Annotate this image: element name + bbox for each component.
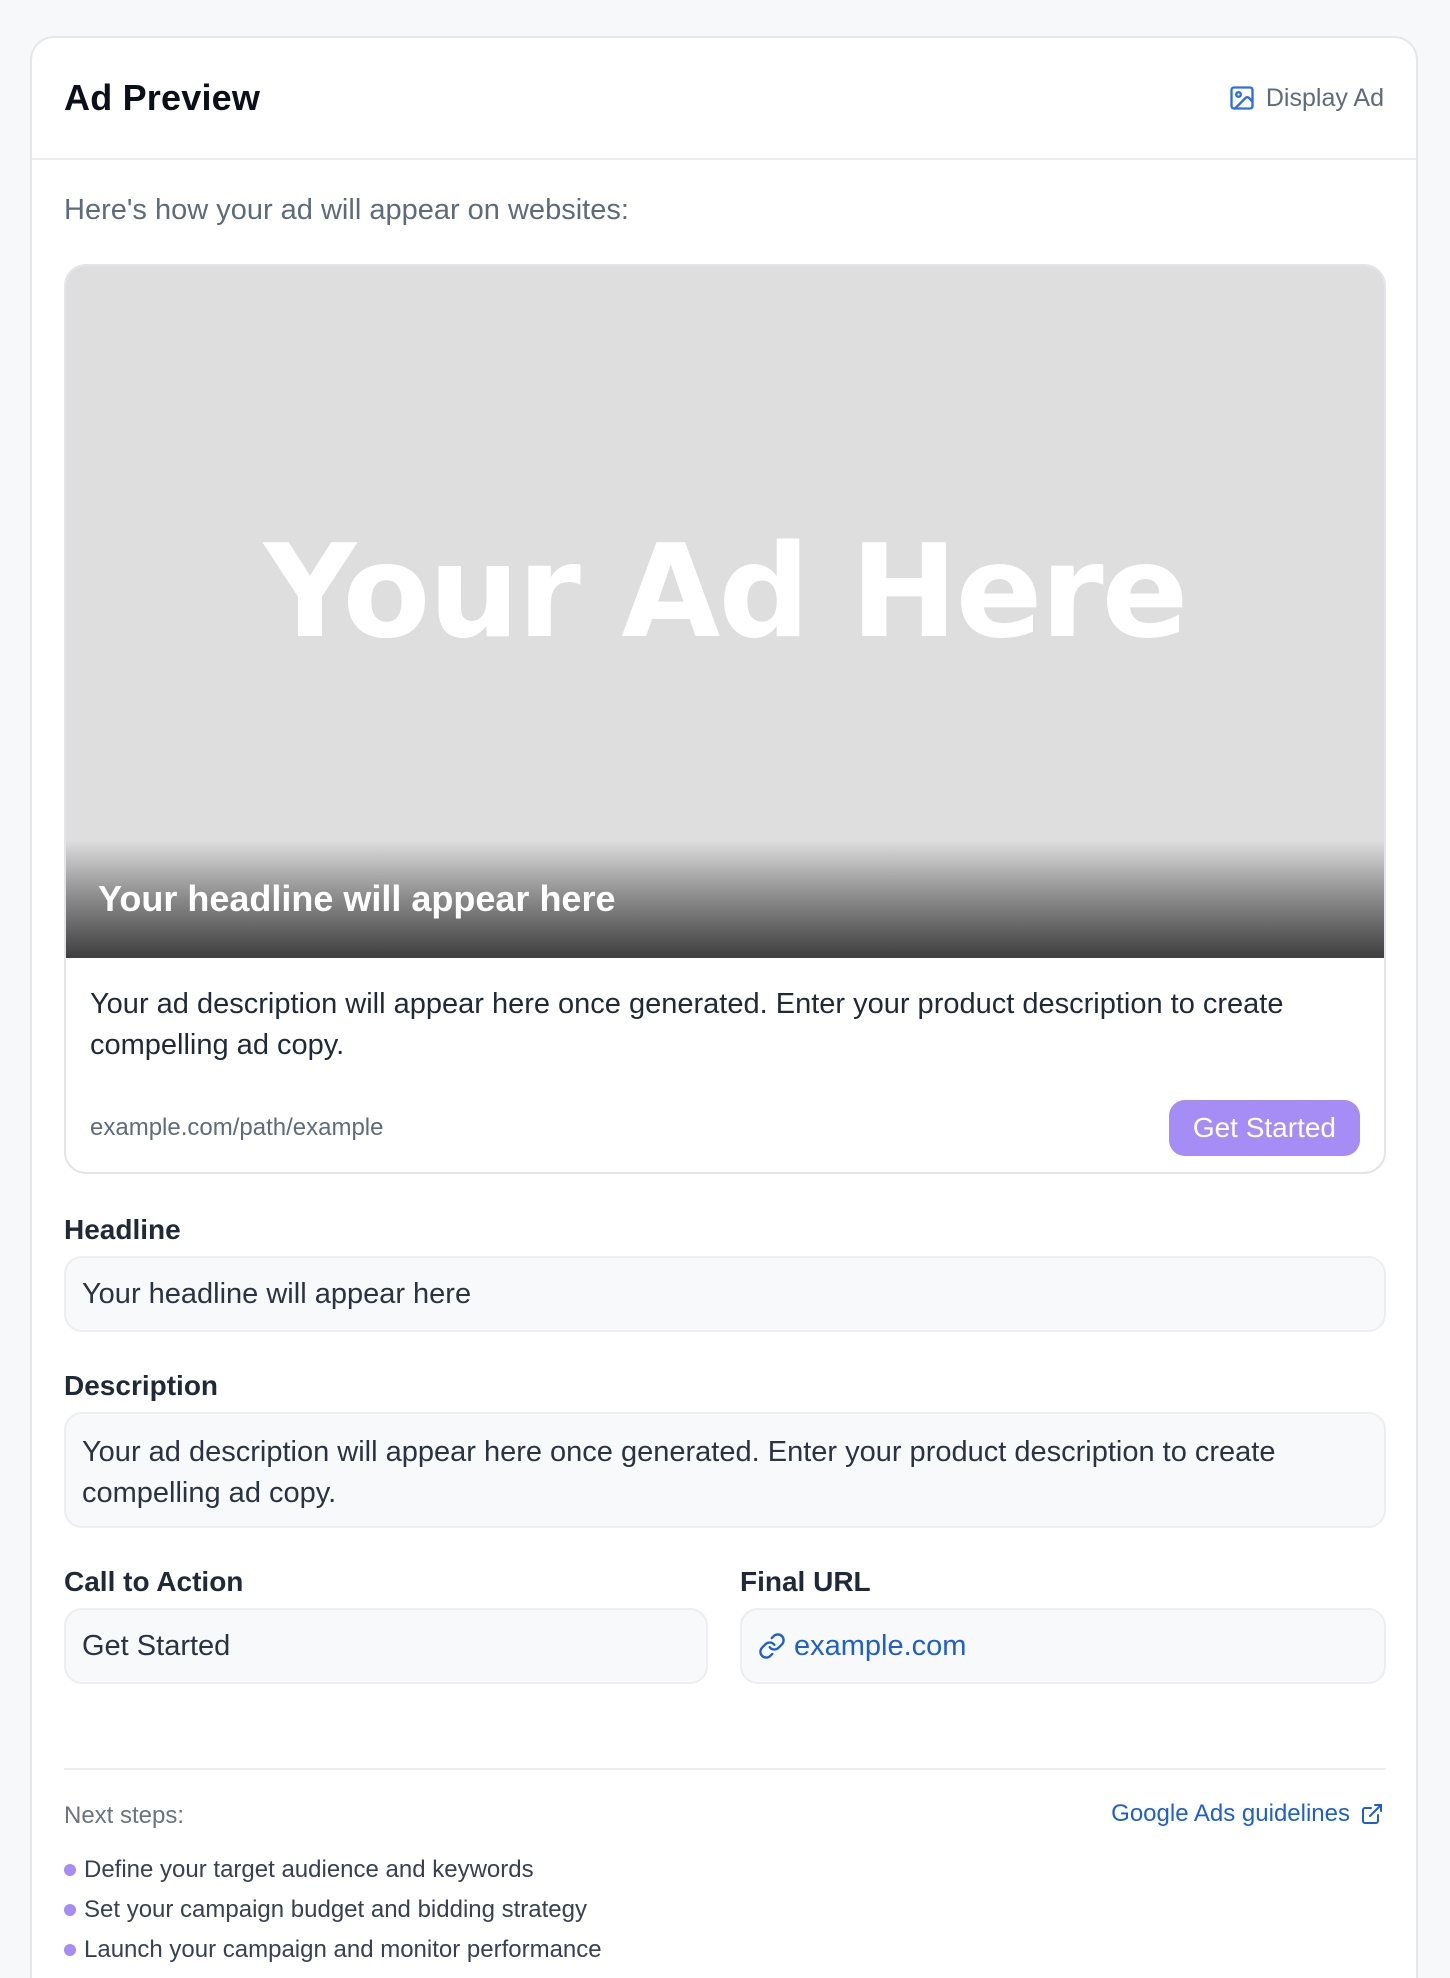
google-ads-guidelines-link[interactable]: Google Ads guidelines <box>1111 1800 1384 1828</box>
bullet-dot <box>64 1944 76 1956</box>
ad-image: Your Ad Here Your headline will appear h… <box>66 266 1384 958</box>
bullet-dot <box>64 1904 76 1916</box>
final-url-field[interactable]: example.com <box>740 1608 1386 1684</box>
headline-label: Headline <box>64 1214 181 1245</box>
external-link-icon <box>1362 1804 1382 1824</box>
list-item: Set your campaign budget and bidding str… <box>64 1890 602 1930</box>
ad-headline: Your headline will appear here <box>98 878 616 919</box>
list-item: Define your target audience and keywords <box>64 1850 602 1890</box>
guidelines-link-text[interactable]: Google Ads guidelines <box>1111 1800 1350 1828</box>
next-steps-label: Next steps: <box>64 1802 185 1829</box>
ad-description: Your ad description will appear here onc… <box>90 988 1284 1061</box>
cta-field[interactable]: Get Started <box>64 1608 708 1684</box>
ad-image-placeholder: Your Ad Here <box>263 518 1189 667</box>
ad-preview-frame: Your Ad Here Your headline will appear h… <box>64 264 1386 1174</box>
card-header: Ad Preview Display Ad <box>32 38 1416 160</box>
card-title: Ad Preview <box>64 77 261 118</box>
description-field[interactable]: Your ad description will appear here onc… <box>64 1412 1386 1528</box>
final-url-label: Final URL <box>740 1566 871 1597</box>
intro-text: Here's how your ad will appear on websit… <box>64 194 629 226</box>
cta-label: Call to Action <box>64 1566 244 1597</box>
image-icon <box>1230 86 1254 110</box>
step-text: Set your campaign budget and bidding str… <box>84 1896 588 1923</box>
badge-label: Display Ad <box>1265 83 1384 112</box>
final-url-value[interactable]: example.com <box>794 1630 966 1663</box>
ad-preview-card: Ad Preview Display Ad Here's how your ad… <box>30 36 1418 1978</box>
next-steps-list: Define your target audience and keywords… <box>64 1850 602 1970</box>
bullet-dot <box>64 1864 76 1876</box>
list-item: Launch your campaign and monitor perform… <box>64 1930 602 1970</box>
ad-display-url: example.com/path/example <box>90 1114 384 1141</box>
display-ad-badge: Display Ad <box>1228 84 1384 113</box>
divider <box>64 1768 1386 1770</box>
description-label: Description <box>64 1370 219 1401</box>
get-started-button[interactable]: Get Started <box>1168 1100 1360 1156</box>
step-text: Launch your campaign and monitor perform… <box>84 1936 602 1963</box>
ad-body: Your ad description will appear here onc… <box>66 958 1384 1156</box>
link-icon <box>759 1633 785 1659</box>
headline-field[interactable]: Your headline will appear here <box>64 1256 1386 1332</box>
ad-footer: example.com/path/example Get Started <box>90 1100 1360 1156</box>
step-text: Define your target audience and keywords <box>84 1856 534 1883</box>
